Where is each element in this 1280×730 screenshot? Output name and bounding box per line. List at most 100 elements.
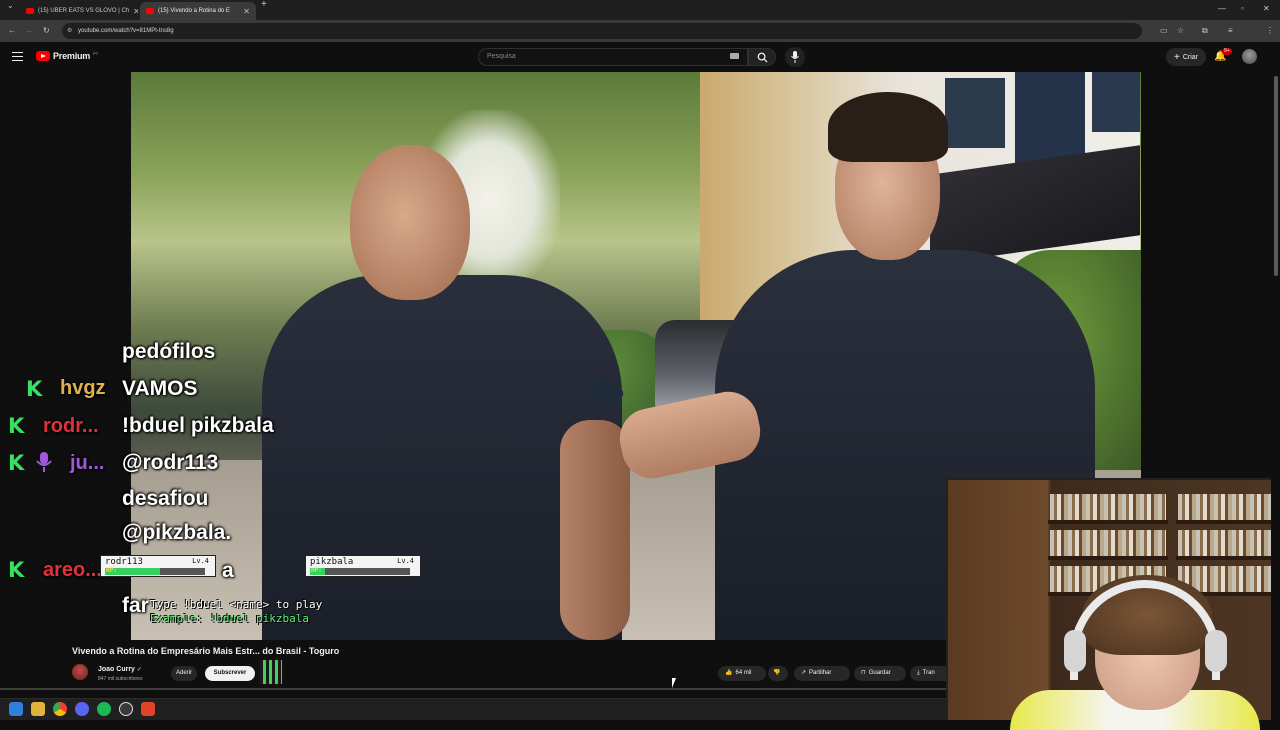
duel-pixel-character [258, 658, 284, 686]
thumbs-down-icon: 👎 [773, 670, 781, 676]
url-field[interactable]: ⚙ youtube.com/watch?v=81MPt-tns8g [62, 23, 1142, 39]
cast-icon[interactable]: ▭ [1160, 20, 1168, 42]
channel-name[interactable]: Joao Curry ✓ [98, 666, 142, 673]
duel-hp-bar: HP: [310, 567, 410, 575]
subscribe-button[interactable]: Subscrever [205, 666, 255, 681]
plus-icon: + [1173, 51, 1180, 63]
create-button[interactable]: + Criar [1166, 48, 1206, 66]
kick-badge-icon: K [8, 451, 25, 475]
search-button[interactable] [748, 48, 776, 66]
share-icon: ↗ [801, 670, 807, 676]
bookshelf-shelf [1176, 556, 1280, 560]
close-icon[interactable]: ✕ [243, 7, 250, 16]
download-label: Tran [922, 670, 935, 676]
join-button[interactable]: Aderir [171, 666, 197, 681]
site-info-icon[interactable]: ⚙ [67, 23, 72, 39]
chat-message: desafiou [122, 487, 209, 510]
forward-icon[interactable]: → [25, 20, 33, 42]
brave-icon[interactable] [141, 702, 155, 716]
voice-search-button[interactable] [785, 47, 805, 67]
duel-player-name: rodr113 [105, 557, 143, 567]
kick-badge-icon: K [8, 558, 25, 582]
chat-username: ju... [70, 452, 105, 474]
share-button[interactable]: ↗ Partilhar [794, 666, 850, 681]
bookshelf-books [1050, 494, 1166, 520]
maximize-icon[interactable]: ▫ [1241, 4, 1244, 13]
browser-tab-bar: ⌄ (15) UBER EATS VS GLOVO | Ch ✕ (15) Vi… [0, 0, 1280, 20]
duel-hp-bar: HP: [105, 567, 205, 575]
download-icon: ⤓ [917, 670, 920, 676]
extensions-icon[interactable]: ⧉ [1202, 20, 1208, 42]
tab-title: (15) Vivendo a Rotina do E [158, 8, 230, 14]
keyboard-icon[interactable] [730, 53, 739, 59]
duel-example: Example: !bduel pikzbala [150, 612, 309, 625]
bookmark-icon: ⊓ [861, 670, 866, 676]
create-label: Criar [1182, 53, 1198, 61]
duel-hp-label: HP: [311, 567, 322, 574]
hamburger-menu-icon[interactable] [12, 52, 23, 61]
chat-username: areo... [43, 559, 102, 581]
duel-player-name: pikzbala [310, 557, 354, 567]
channel-subscribers: 847 mil subscritores [98, 676, 143, 682]
bookshelf-shelf [1048, 520, 1168, 524]
back-icon[interactable]: ← [8, 20, 16, 42]
chat-username: rodr... [43, 415, 99, 437]
channel-avatar[interactable] [72, 664, 88, 680]
obs-icon[interactable] [119, 702, 133, 716]
bookshelf-books [1178, 530, 1280, 556]
discord-icon[interactable] [75, 702, 89, 716]
video-scene-window [1092, 72, 1140, 132]
video-scene-person-left-arm [560, 420, 630, 640]
duel-instruction: Type !bduel <name> to play [150, 598, 323, 611]
like-button[interactable]: 👍 64 mil [718, 666, 766, 681]
microphone-badge-icon [36, 452, 52, 472]
video-title: Vivendo a Rotina do Empresário Mais Estr… [72, 646, 340, 656]
save-label: Guardar [868, 670, 891, 676]
kick-badge-icon: K [26, 377, 43, 401]
chrome-menu-icon[interactable]: ⋮ [1266, 20, 1274, 42]
account-avatar[interactable] [1242, 49, 1257, 64]
bookshelf-books [1050, 530, 1166, 556]
webcam-headset-earcup [1205, 630, 1227, 672]
channel-name-text: Joao Curry [98, 666, 135, 673]
bookshelf-shelf [1176, 520, 1280, 524]
bookshelf-books [1178, 494, 1280, 520]
video-scene-person-right-hair [828, 92, 948, 162]
youtube-premium-logo[interactable]: Premium PT [36, 51, 98, 61]
bookshelf-shelf [1048, 556, 1168, 560]
download-button[interactable]: ⤓ Tran [910, 666, 946, 681]
duel-player-level: Lv.4 [397, 557, 414, 565]
search-input[interactable]: Pesquisa [478, 48, 748, 66]
save-button[interactable]: ⊓ Guardar [854, 666, 906, 681]
file-explorer-icon[interactable] [31, 702, 45, 716]
chat-message: !bduel pikzbala [122, 414, 274, 437]
chat-message: @pikzbala. [122, 521, 232, 544]
youtube-favicon-icon [26, 8, 34, 14]
bookmark-star-icon[interactable]: ☆ [1177, 20, 1184, 42]
dislike-button[interactable]: 👎 [768, 666, 788, 681]
close-icon[interactable]: ✕ [133, 7, 138, 16]
page-scrollbar-thumb[interactable] [1274, 76, 1278, 276]
new-tab-icon[interactable]: + [261, 0, 267, 16]
browser-tab-2[interactable]: (15) Vivendo a Rotina do E ✕ [140, 2, 256, 20]
chrome-icon[interactable] [53, 702, 67, 716]
chat-message: @rodr113 [122, 451, 219, 474]
url-text: youtube.com/watch?v=81MPt-tns8g [78, 28, 174, 34]
webcam-headset-earcup [1064, 630, 1086, 672]
mouse-cursor-icon [672, 678, 676, 688]
notification-badge: 9+ [1222, 48, 1232, 55]
reload-icon[interactable]: ↻ [43, 20, 50, 42]
duel-player1-card: rodr113 Lv.4 HP: [100, 555, 216, 577]
close-window-icon[interactable]: ✕ [1263, 4, 1270, 13]
browser-tab-1[interactable]: (15) UBER EATS VS GLOVO | Ch ✕ [20, 2, 138, 20]
chat-message: far [122, 594, 149, 617]
windows-start-icon[interactable] [9, 702, 23, 716]
profile-icon[interactable]: ≡ [1228, 20, 1233, 42]
spotify-icon[interactable] [97, 702, 111, 716]
chat-message: pedófilos [122, 340, 216, 363]
video-scene-window [1015, 72, 1085, 167]
video-progress-bar[interactable] [0, 688, 946, 690]
tab-list-icon[interactable]: ⌄ [7, 0, 14, 17]
minimize-icon[interactable]: — [1218, 4, 1226, 13]
like-count: 64 mil [735, 670, 752, 676]
